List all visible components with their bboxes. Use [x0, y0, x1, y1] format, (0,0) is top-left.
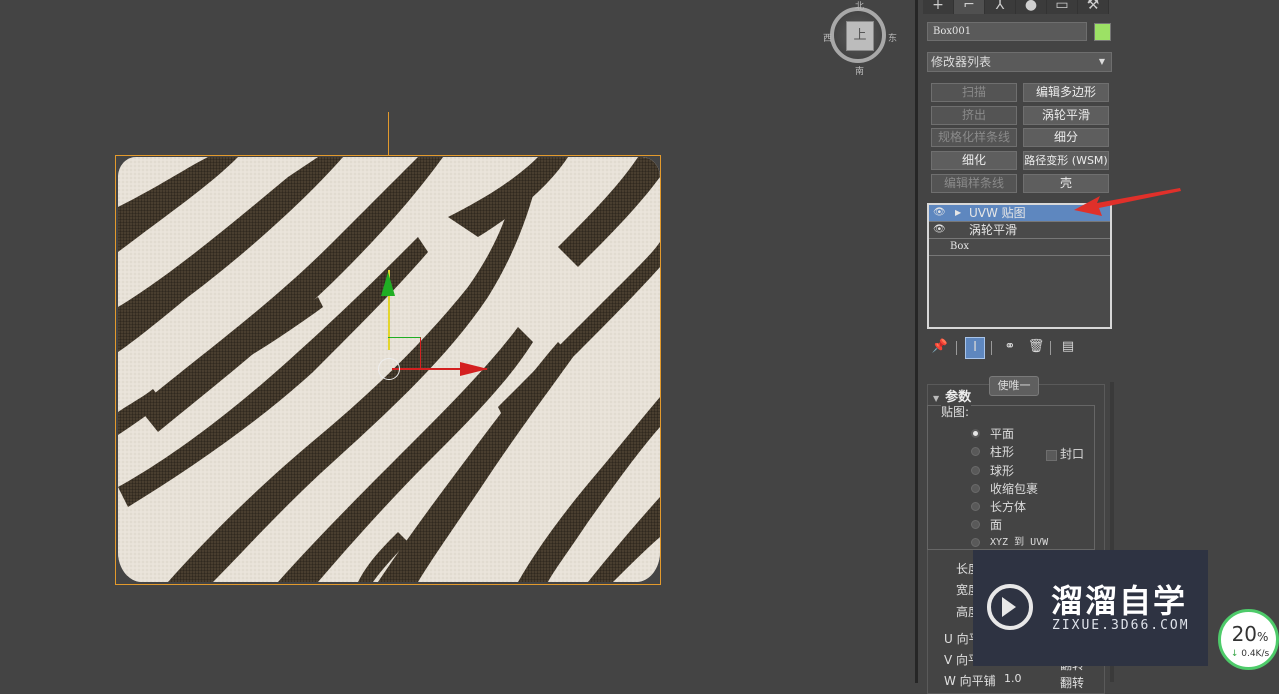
watermark-url: ZIXUE.3D66.COM — [1052, 618, 1190, 633]
percent-value: 20 — [1231, 622, 1258, 646]
modifier-button-extrude[interactable]: 挤出 — [931, 106, 1017, 125]
radio-dot — [971, 484, 980, 493]
gizmo-center[interactable] — [378, 358, 400, 380]
modifier-stack[interactable]: 👁 ▶ UVW 贴图 👁 涡轮平滑 Box — [927, 203, 1112, 329]
rate-value: 0.4K/s — [1241, 649, 1270, 659]
radio-label: 长方体 — [990, 500, 1027, 514]
modifier-button-sweep[interactable]: 扫描 — [931, 83, 1017, 102]
modifier-button-normalize-spline[interactable]: 规格化样条线 — [931, 128, 1017, 147]
network-rate: ↓ 0.4K/s — [1221, 649, 1279, 659]
radio-dot — [971, 447, 980, 456]
modifier-list-label: 修改器列表 — [931, 55, 992, 69]
viewcube-south: 南 — [855, 67, 865, 77]
pin-stack-icon[interactable]: 📌 — [930, 337, 950, 359]
percent-sign: % — [1257, 630, 1269, 644]
viewcube-east: 东 — [888, 34, 898, 44]
stack-item-label: Box — [950, 241, 970, 252]
w-tile-value[interactable]: 1.0 — [1004, 672, 1022, 685]
panel-tabs: + ⌐ ⅄ ● ▭ ⚒ — [923, 0, 1143, 14]
network-percent: 20% — [1221, 622, 1279, 646]
tab-utilities[interactable]: ⚒ — [1078, 0, 1109, 14]
radio-shrink-wrap[interactable]: 收缩包裹 — [971, 481, 1121, 497]
tab-modify[interactable]: ⌐ — [954, 0, 985, 14]
stack-item-turbosmooth[interactable]: 👁 涡轮平滑 — [929, 222, 1110, 239]
viewcube[interactable]: 上 北 南 东 西 — [823, 2, 898, 77]
annotation-arrow — [1074, 188, 1181, 216]
radio-dot — [971, 466, 980, 475]
modifier-button-subdivide[interactable]: 细分 — [1023, 128, 1109, 147]
viewport[interactable]: 上 北 南 东 西 — [0, 0, 915, 683]
make-unique-icon[interactable]: ⚭ — [1000, 337, 1020, 359]
radio-dot — [971, 520, 980, 529]
gizmo-y-arrow[interactable] — [381, 272, 395, 296]
radio-label: 平面 — [990, 427, 1015, 441]
stack-item-box[interactable]: Box — [929, 239, 1110, 256]
stack-item-label: 涡轮平滑 — [969, 223, 1018, 237]
viewcube-north: 北 — [855, 2, 865, 12]
tooltip: 使唯一 — [989, 376, 1039, 396]
object-name-field[interactable]: Box001 — [927, 22, 1087, 41]
modifier-button-path-deform[interactable]: 路径变形 (WSM) — [1023, 151, 1109, 170]
separator — [991, 341, 992, 355]
separator — [1050, 341, 1051, 355]
watermark-brand: 溜溜自学 — [1051, 582, 1188, 620]
radio-planar[interactable]: 平面 — [971, 426, 1121, 442]
stack-toolbar: 📌 Ⅰ ⚭ 🗑 ▤ — [930, 337, 1090, 359]
gizmo-x-arrow[interactable] — [460, 362, 488, 376]
watermark: 溜溜自学 ZIXUE.3D66.COM — [973, 550, 1208, 666]
radio-label: 收缩包裹 — [990, 482, 1039, 496]
radio-spherical[interactable]: 球形 — [971, 463, 1121, 479]
expand-triangle-icon[interactable]: ▶ — [955, 205, 961, 221]
separator — [956, 341, 957, 355]
collapse-triangle-icon: ▼ — [933, 394, 940, 403]
modifier-list-dropdown[interactable]: 修改器列表 ▼ — [927, 52, 1112, 72]
pivot-line — [388, 112, 389, 156]
radio-dot — [971, 538, 980, 547]
viewcube-face-top[interactable]: 上 — [846, 21, 874, 51]
radio-face[interactable]: 面 — [971, 517, 1121, 533]
modifier-button-edit-spline[interactable]: 编辑样条线 — [931, 174, 1017, 193]
eye-icon[interactable]: 👁 — [933, 222, 946, 238]
checkbox-box — [1046, 450, 1057, 461]
radio-dot — [971, 429, 980, 438]
radio-label: 柱形 — [990, 445, 1015, 459]
mapping-group-label: 贴图: — [941, 403, 972, 420]
modifier-button-edit-poly[interactable]: 编辑多边形 — [1023, 83, 1109, 102]
show-end-result-icon[interactable]: Ⅰ — [965, 337, 985, 359]
radio-box[interactable]: 长方体 — [971, 499, 1121, 515]
tab-hierarchy[interactable]: ⅄ — [985, 0, 1016, 14]
radio-label: 面 — [990, 518, 1003, 532]
logo-play-icon — [1002, 597, 1016, 617]
radio-label: XYZ 到 UVW — [990, 537, 1049, 548]
modifier-button-tessellate[interactable]: 细化 — [931, 151, 1017, 170]
w-tile-label: W 向平铺 — [944, 674, 996, 688]
dropdown-arrow-icon: ▼ — [1098, 57, 1105, 66]
remove-modifier-icon[interactable]: 🗑 — [1026, 337, 1046, 359]
configure-modifier-sets-icon[interactable]: ▤ — [1058, 337, 1078, 359]
radio-xyz-to-uvw[interactable]: XYZ 到 UVW — [971, 535, 1121, 551]
radio-dot — [971, 502, 980, 511]
stack-item-label: UVW 贴图 — [969, 206, 1026, 220]
down-arrow-icon: ↓ — [1230, 649, 1239, 659]
tab-motion[interactable]: ● — [1016, 0, 1047, 14]
tab-create[interactable]: + — [923, 0, 954, 14]
tab-display[interactable]: ▭ — [1047, 0, 1078, 14]
object-color-swatch[interactable] — [1094, 23, 1111, 41]
checkbox-label: 封口 — [1060, 447, 1085, 461]
radio-label: 球形 — [990, 464, 1015, 478]
eye-icon[interactable]: 👁 — [933, 205, 946, 221]
network-speed-badge[interactable]: 20% ↓ 0.4K/s — [1218, 609, 1279, 670]
viewcube-west: 西 — [823, 34, 833, 44]
modifier-button-turbosmooth[interactable]: 涡轮平滑 — [1023, 106, 1109, 125]
